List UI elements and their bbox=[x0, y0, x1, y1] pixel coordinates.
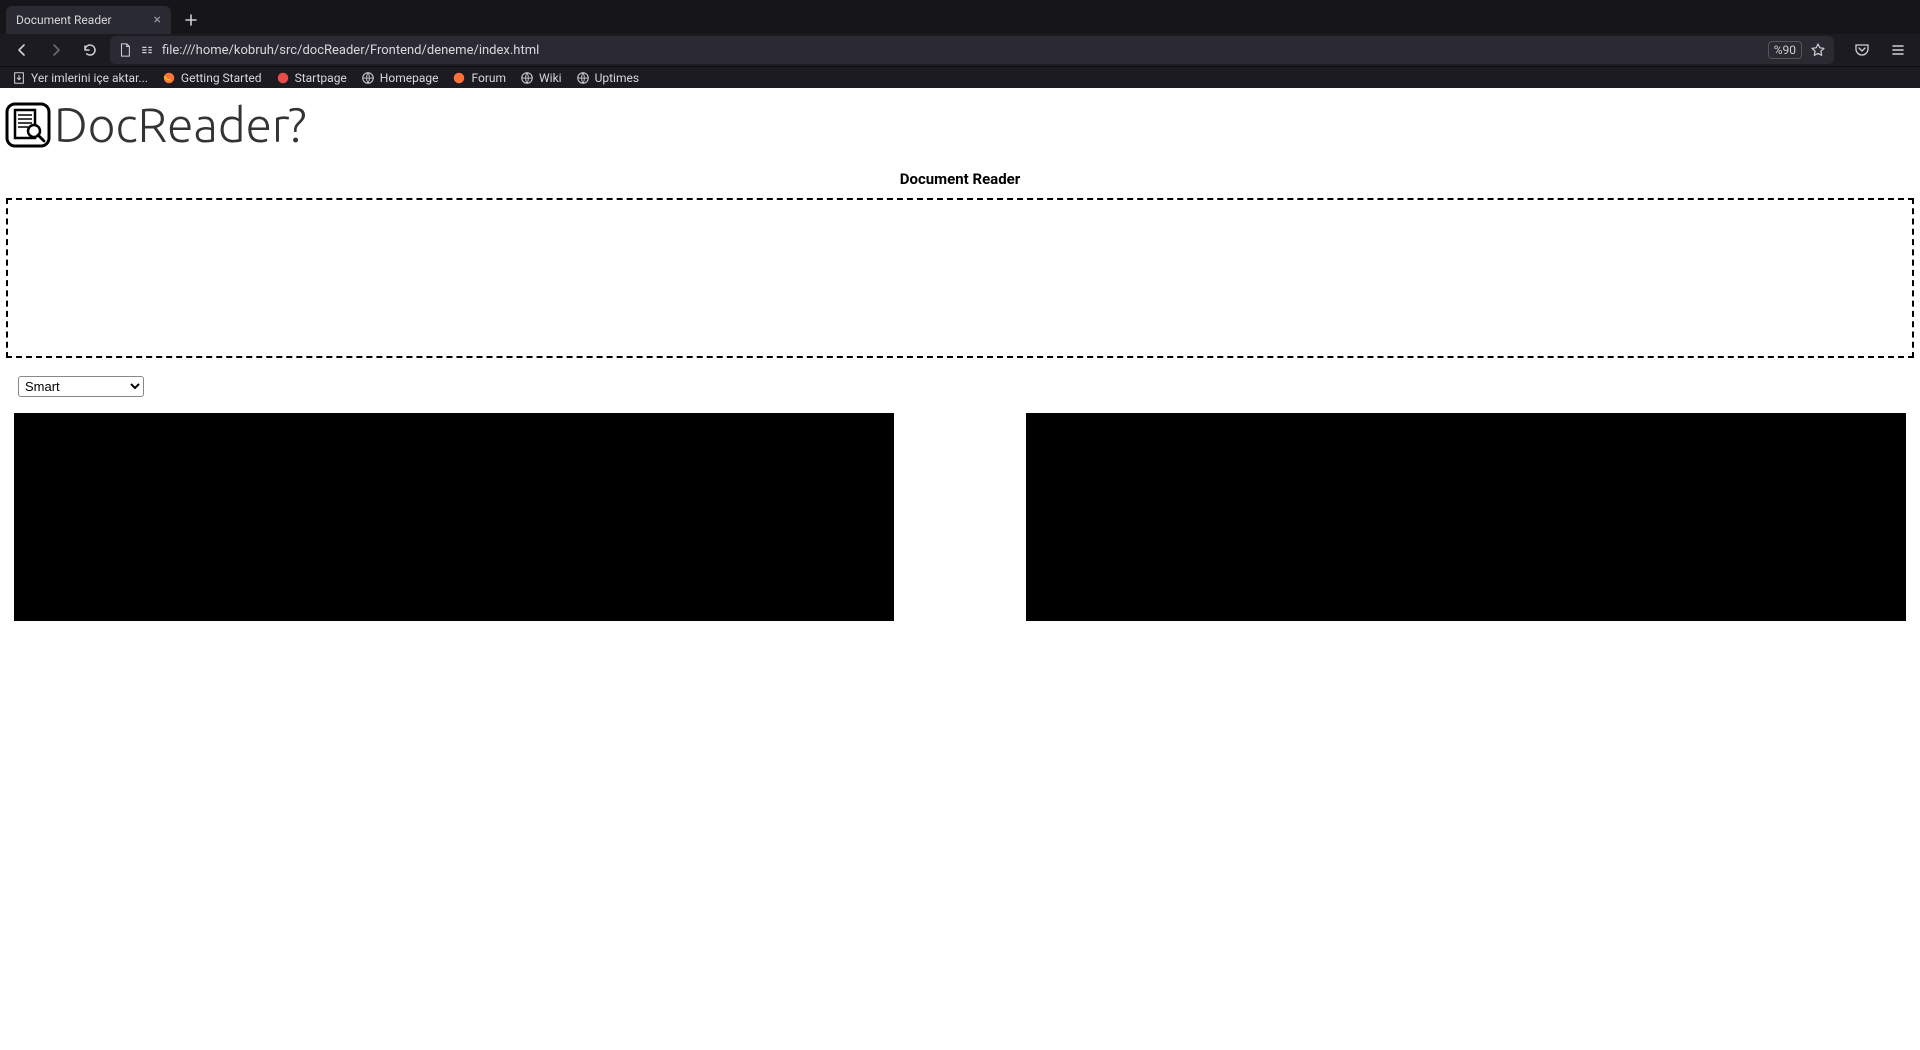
startpage-icon bbox=[276, 71, 290, 85]
hamburger-icon bbox=[1890, 42, 1906, 58]
tab-document-reader[interactable]: Document Reader × bbox=[6, 6, 171, 34]
docreader-logo-icon bbox=[4, 101, 52, 149]
bookmark-import[interactable]: Yer imlerini içe aktar... bbox=[12, 71, 148, 85]
mode-select[interactable]: Smart bbox=[18, 376, 144, 397]
pocket-button[interactable] bbox=[1848, 36, 1876, 64]
globe-icon bbox=[520, 71, 534, 85]
page-content: DocReader? Document Reader Smart bbox=[0, 88, 1920, 661]
tab-strip: Document Reader × bbox=[0, 0, 1920, 34]
arrow-right-icon bbox=[48, 42, 64, 58]
new-tab-button[interactable] bbox=[177, 6, 205, 34]
bookmark-getting-started[interactable]: Getting Started bbox=[162, 71, 262, 85]
bookmark-label: Homepage bbox=[380, 71, 439, 85]
bookmark-label: Getting Started bbox=[181, 71, 262, 85]
browser-chrome: Document Reader × file:///home/kobruh/sr… bbox=[0, 0, 1920, 88]
import-icon bbox=[12, 71, 26, 85]
bookmark-startpage[interactable]: Startpage bbox=[276, 71, 347, 85]
menu-button[interactable] bbox=[1884, 36, 1912, 64]
star-icon[interactable] bbox=[1810, 42, 1826, 58]
plus-icon bbox=[185, 14, 197, 26]
address-bar[interactable]: file:///home/kobruh/src/docReader/Fronte… bbox=[110, 36, 1834, 64]
reload-icon bbox=[82, 42, 98, 58]
forum-icon bbox=[452, 71, 466, 85]
close-icon[interactable]: × bbox=[154, 12, 161, 28]
bookmarks-bar: Yer imlerini içe aktar... Getting Starte… bbox=[0, 66, 1920, 88]
output-panels bbox=[4, 413, 1916, 621]
bookmark-label: Uptimes bbox=[595, 71, 639, 85]
bookmark-uptimes[interactable]: Uptimes bbox=[576, 71, 639, 85]
output-panel-right bbox=[1026, 413, 1906, 621]
bookmark-wiki[interactable]: Wiki bbox=[520, 71, 562, 85]
globe-icon bbox=[576, 71, 590, 85]
bookmark-label: Startpage bbox=[295, 71, 347, 85]
brand-title: DocReader? bbox=[54, 98, 306, 152]
arrow-left-icon bbox=[14, 42, 30, 58]
bookmark-label: Yer imlerini içe aktar... bbox=[31, 71, 148, 85]
toolbar: file:///home/kobruh/src/docReader/Fronte… bbox=[0, 34, 1920, 66]
file-icon bbox=[118, 43, 132, 57]
permissions-icon[interactable] bbox=[140, 43, 154, 57]
tab-title: Document Reader bbox=[16, 13, 112, 27]
bookmark-forum[interactable]: Forum bbox=[452, 71, 506, 85]
page-subtitle: Document Reader bbox=[4, 170, 1916, 188]
output-panel-left bbox=[14, 413, 894, 621]
back-button[interactable] bbox=[8, 36, 36, 64]
bookmark-homepage[interactable]: Homepage bbox=[361, 71, 439, 85]
bookmark-label: Wiki bbox=[539, 71, 562, 85]
reload-button[interactable] bbox=[76, 36, 104, 64]
firefox-icon bbox=[162, 71, 176, 85]
mode-select-wrapper: Smart bbox=[18, 376, 1916, 397]
toolbar-right-icons bbox=[1848, 36, 1912, 64]
page-header: DocReader? bbox=[4, 94, 1916, 152]
url-text: file:///home/kobruh/src/docReader/Fronte… bbox=[162, 43, 1760, 58]
pocket-icon bbox=[1854, 42, 1870, 58]
file-drop-zone[interactable] bbox=[6, 198, 1914, 358]
zoom-badge[interactable]: %90 bbox=[1768, 41, 1802, 59]
forward-button[interactable] bbox=[42, 36, 70, 64]
globe-icon bbox=[361, 71, 375, 85]
bookmark-label: Forum bbox=[471, 71, 506, 85]
